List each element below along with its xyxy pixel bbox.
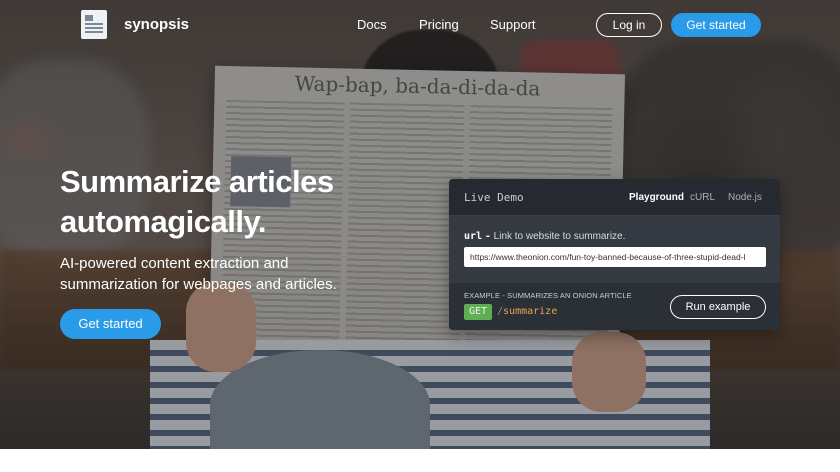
tab-playground[interactable]: Playground [629, 192, 684, 203]
newspaper-icon[interactable] [81, 10, 107, 39]
param-description: Link to website to summarize. [493, 231, 626, 242]
login-button[interactable]: Log in [596, 13, 662, 37]
url-param-label: url - Link to website to summarize. [464, 231, 625, 242]
param-name: url [464, 231, 483, 242]
demo-title: Live Demo [464, 191, 524, 204]
nav-link-docs[interactable]: Docs [357, 17, 387, 32]
top-nav: synopsis Docs Pricing Support Log in Get… [0, 0, 840, 50]
nav-link-pricing[interactable]: Pricing [419, 17, 459, 32]
hero-headline: Summarize articles automagically. [60, 162, 390, 242]
endpoint-name: summarize [503, 306, 558, 317]
nav-link-support[interactable]: Support [490, 17, 536, 32]
http-method-badge: GET [464, 304, 492, 320]
hero-section: Wap-bap, ba-da-di-da-da synopsis Docs Pr… [0, 0, 840, 449]
url-input[interactable]: https://www.theonion.com/fun-toy-banned-… [464, 247, 766, 267]
get-started-hero-button[interactable]: Get started [60, 309, 161, 339]
subtext-line: summarization for webpages and articles. [60, 276, 337, 293]
demo-header: Live Demo Playground cURL Node.js [449, 179, 780, 216]
run-example-button[interactable]: Run example [670, 295, 766, 319]
tab-curl[interactable]: cURL [690, 192, 715, 203]
headline-line: automagically. [60, 204, 267, 239]
tab-nodejs[interactable]: Node.js [728, 192, 762, 203]
hero-subtext: AI-powered content extraction and summar… [60, 253, 350, 295]
subtext-line: AI-powered content extraction and [60, 255, 289, 272]
get-started-nav-button[interactable]: Get started [671, 13, 761, 37]
param-separator: - [484, 231, 491, 242]
endpoint-path: /summarize [497, 306, 557, 317]
headline-line: Summarize articles [60, 164, 334, 199]
example-label: EXAMPLE - SUMMARIZES AN ONION ARTICLE [464, 291, 632, 300]
demo-body: url - Link to website to summarize. http… [449, 216, 780, 283]
live-demo-card: Live Demo Playground cURL Node.js url - … [449, 179, 780, 330]
demo-footer: EXAMPLE - SUMMARIZES AN ONION ARTICLE GE… [449, 283, 780, 330]
brand-name[interactable]: synopsis [124, 16, 189, 33]
